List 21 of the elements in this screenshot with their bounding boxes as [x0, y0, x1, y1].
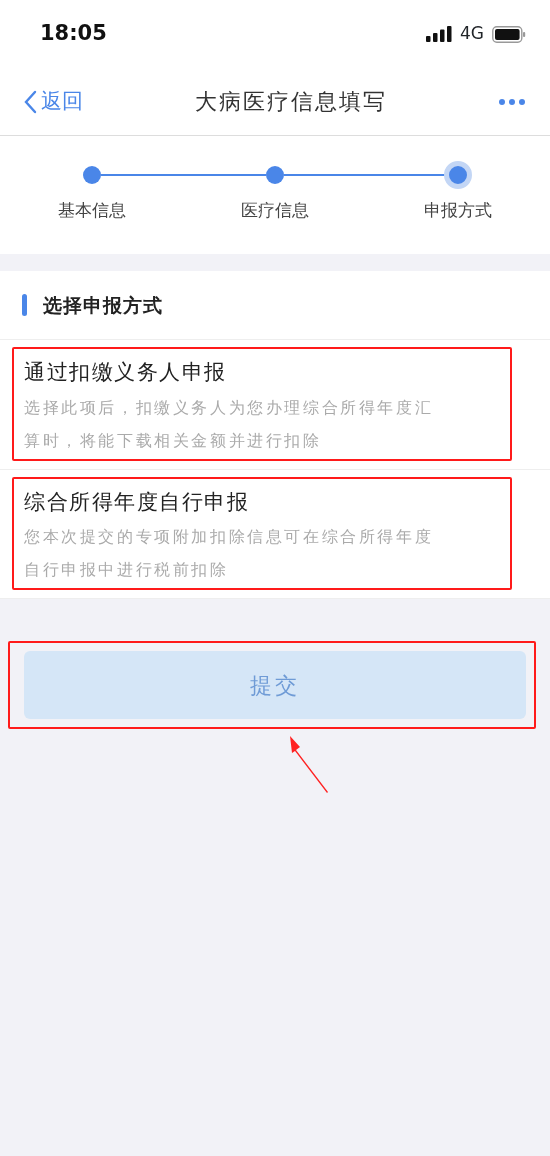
- network-label: 4G: [460, 22, 484, 46]
- step-label: 基本信息: [57, 199, 126, 222]
- option-description: 您本次提交的专项附加扣除信息可在综合所得年度: [24, 526, 435, 548]
- section-marker: [22, 293, 27, 316]
- option-item[interactable]: 综合所得年度自行申报 您本次提交的专项附加扣除信息可在综合所得年度 自行申报中进行税前扣除: [0, 469, 550, 599]
- option-description: 选择此项后，扣缴义务人为您办理综合所得年度汇: [24, 396, 435, 419]
- section-title: 选择申报方式: [43, 292, 163, 318]
- step-label: 医疗信息: [241, 199, 309, 222]
- back-button[interactable]: 返回: [24, 85, 83, 118]
- page-title: 大病医疗信息填写: [194, 88, 387, 116]
- signal-icon: [426, 26, 452, 42]
- status-time: 18:05: [40, 20, 107, 48]
- option-item[interactable]: 通过扣缴义务人申报 选择此项后，扣缴义务人为您办理综合所得年度汇 算时，将能下载相关金额并进行扣除: [0, 340, 550, 470]
- option-title: 通过扣缴义务人申报: [24, 359, 228, 386]
- back-chevron-icon: [24, 89, 37, 114]
- option-description: 自行申报中进行税前扣除: [24, 559, 230, 581]
- battery-icon: [492, 25, 526, 43]
- option-title: 综合所得年度自行申报: [24, 488, 250, 516]
- step-label: 申报方式: [424, 199, 493, 222]
- more-icon[interactable]: [498, 97, 526, 106]
- option-description: 算时，将能下载相关金额并进行扣除: [24, 429, 323, 452]
